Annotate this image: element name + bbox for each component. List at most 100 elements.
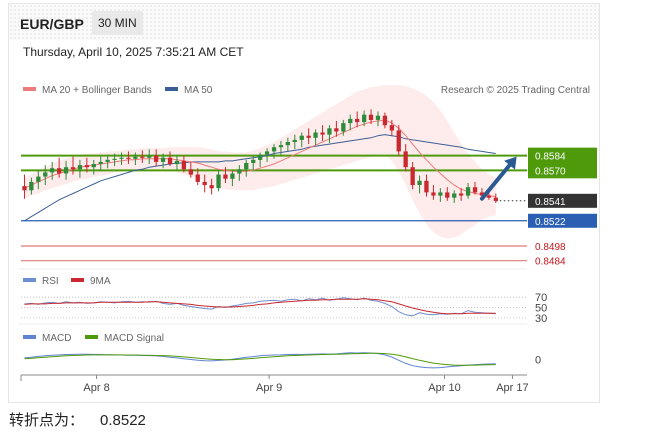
candle-body (70, 167, 76, 170)
candle-body (237, 169, 242, 174)
candle-body (126, 157, 131, 159)
macd-legend: MACD MACD Signal (23, 333, 164, 344)
candle-body (91, 164, 96, 168)
candle-body (368, 114, 374, 120)
legend-label-rsi-ma: 9MA (90, 276, 111, 287)
rsi-legend: RSI 9MA (23, 276, 111, 287)
support-tag-label-5: 0.8484 (535, 257, 566, 268)
candle-body (50, 168, 55, 173)
x-tick-label-3: Apr 17 (496, 382, 528, 394)
candle-body (348, 118, 353, 124)
legend-swatch-rsi (23, 278, 36, 282)
candle-body (417, 180, 422, 185)
candle-body (84, 165, 89, 168)
macd-signal-line (24, 352, 496, 366)
candle-body (133, 156, 138, 159)
candle-body (230, 173, 235, 179)
legend-swatch-macd (23, 335, 36, 339)
candle-body (57, 168, 62, 174)
candle-body (486, 195, 491, 198)
macd-tick-0: 0 (535, 355, 541, 367)
candle-body (459, 193, 464, 196)
candle-body (202, 181, 207, 186)
candle-body (112, 158, 117, 160)
candle-body (493, 197, 498, 201)
rsi-plot: 705030 (21, 292, 547, 325)
candle-body (320, 132, 325, 135)
candle-body (264, 151, 270, 155)
legend-label-rsi: RSI (42, 276, 59, 287)
rsi-line (24, 297, 496, 317)
legend-swatch-rsi-ma (71, 278, 84, 282)
candle-body (36, 176, 41, 182)
candle-body (209, 185, 214, 189)
legend-label-macd: MACD (42, 333, 71, 344)
resistance-tag-label-2: 0.8570 (535, 166, 566, 177)
pivot-footer-value: 0.8522 (100, 412, 146, 429)
candle-body (382, 115, 388, 126)
candle-body (98, 161, 103, 164)
chart-card: EUR/GBP 30 MIN Thursday, April 10, 2025 … (8, 3, 600, 403)
candle-body (63, 167, 69, 174)
candle-body (424, 180, 429, 193)
candle-body (77, 165, 83, 170)
legend-swatch-ma50 (165, 87, 178, 91)
candle-body (438, 192, 443, 196)
candle-body (375, 115, 381, 120)
candle-body (140, 156, 145, 158)
candle-body (299, 135, 304, 140)
legend-label-ma50: MA 50 (184, 85, 213, 96)
candle-body (472, 187, 478, 193)
candle-body (244, 163, 249, 170)
candle-body (292, 139, 297, 142)
candle-body (223, 174, 228, 179)
x-tick-label-2: Apr 10 (428, 382, 460, 394)
candle-body (43, 172, 48, 177)
candle-body (258, 154, 263, 160)
candle-body (181, 160, 186, 170)
candle-body (195, 174, 200, 182)
legend-swatch-macd-signal (85, 335, 98, 339)
candle-body (271, 147, 277, 152)
legend-label-macd-signal: MACD Signal (104, 333, 164, 344)
legend-swatch-ma20 (23, 87, 36, 91)
candle-body (188, 169, 193, 175)
candle-body (327, 128, 332, 135)
rsi-tick-30: 30 (535, 313, 547, 325)
price-legend: MA 20 + Bollinger Bands MA 50 Research ©… (23, 85, 590, 96)
candle-body (22, 186, 27, 191)
candle-body (465, 187, 471, 196)
x-axis-ticks: Apr 8 Apr 9 Apr 10 Apr 17 (20, 375, 529, 394)
candle-body (119, 157, 124, 159)
candle-body (341, 123, 346, 132)
candle-body (313, 132, 318, 138)
candle-body (105, 159, 110, 162)
support-tag-label-4: 0.8498 (535, 242, 566, 253)
candle-body (396, 130, 401, 152)
candle-body (174, 160, 180, 165)
candle-body (410, 167, 415, 186)
pivot-footer-label: 转折点为： (9, 412, 85, 429)
x-tick-label-0: Apr 8 (83, 382, 109, 394)
chart-area: 0.8584 0.8570 0.8541 0.8522 0.8498 0.8484 MA … (19, 85, 597, 394)
candle-body (445, 192, 450, 198)
candle-body (167, 157, 173, 164)
last-price-tag-label: 0.8541 (535, 197, 566, 208)
candle-body (362, 114, 367, 123)
candle-body (334, 128, 339, 132)
candle-body (147, 155, 152, 158)
x-tick-label-1: Apr 9 (256, 382, 282, 394)
pivot-footer: 转折点为： 0.8522 (9, 409, 146, 430)
candle-body (154, 155, 159, 162)
pivot-tag-label: 0.8522 (535, 217, 566, 228)
credit-text: Research © 2025 Trading Central (441, 85, 590, 96)
candle-body (452, 193, 457, 198)
legend-label-ma20: MA 20 + Bollinger Bands (42, 85, 152, 96)
candle-body (216, 174, 221, 189)
candle-body (278, 145, 284, 148)
price-tags-layer: 0.8584 0.8570 0.8541 0.8522 0.8498 0.8484 (528, 147, 597, 268)
macd-plot: 0 (24, 352, 541, 369)
candle-body (160, 157, 166, 162)
candle-body (431, 192, 436, 196)
candle-body (355, 118, 360, 123)
